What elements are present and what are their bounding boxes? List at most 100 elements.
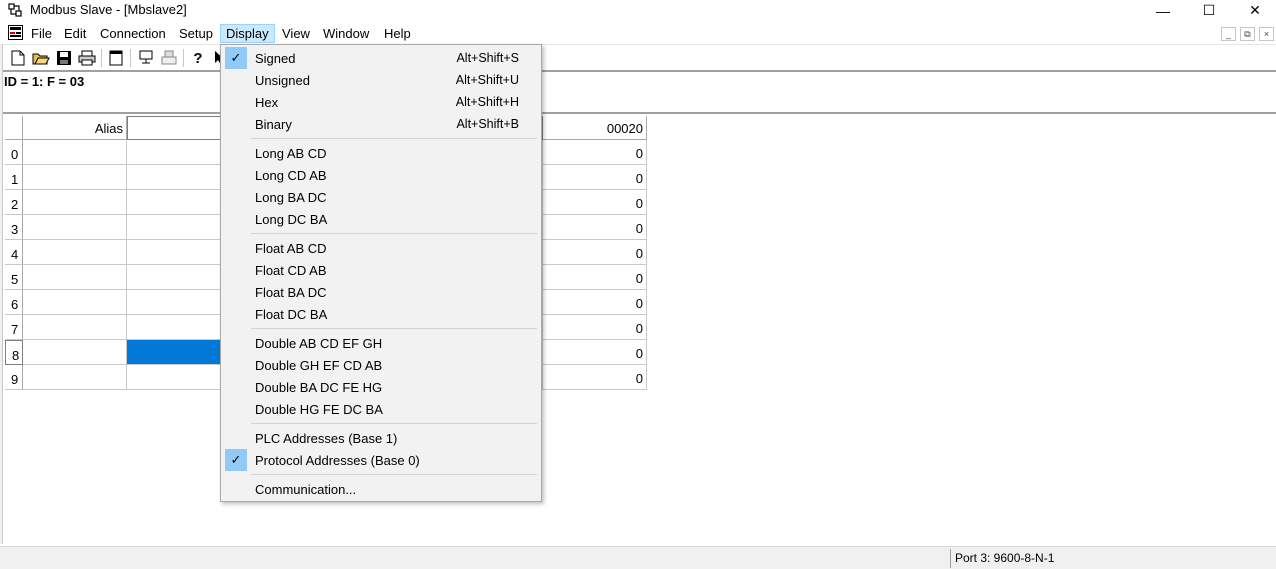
alias-cell[interactable]	[23, 240, 127, 265]
menu-item-plc-addresses-base-1[interactable]: PLC Addresses (Base 1)	[223, 427, 539, 449]
save-button[interactable]	[54, 48, 74, 68]
row-header[interactable]: 1	[5, 165, 23, 190]
close-button[interactable]: ✕	[1232, 0, 1276, 21]
alias-cell[interactable]	[23, 190, 127, 215]
menu-item-float-cd-ab[interactable]: Float CD AB	[223, 259, 539, 281]
checkmark-icon	[225, 113, 247, 135]
connect-button[interactable]	[136, 48, 156, 68]
slave-header: ID = 1: F = 03	[4, 74, 85, 89]
menu-window[interactable]: Window	[317, 24, 375, 43]
minimize-button[interactable]: —	[1140, 0, 1186, 21]
print-button[interactable]	[77, 48, 97, 68]
menu-connection[interactable]: Connection	[94, 24, 172, 43]
alias-cell[interactable]	[23, 365, 127, 390]
menu-item-binary[interactable]: Binary Alt+Shift+B	[223, 113, 539, 135]
menu-item-double-ab-cd-ef-gh[interactable]: Double AB CD EF GH	[223, 332, 539, 354]
menu-item-long-ab-cd[interactable]: Long AB CD	[223, 142, 539, 164]
row-header[interactable]: 8	[5, 340, 23, 365]
checkmark-icon	[225, 376, 247, 398]
mdi-restore-button[interactable]: ⧉	[1240, 27, 1255, 41]
disconnect-icon	[161, 50, 177, 65]
row-header[interactable]: 0	[5, 140, 23, 165]
register-value-cell[interactable]: 0	[543, 315, 647, 340]
menu-item-double-gh-ef-cd-ab[interactable]: Double GH EF CD AB	[223, 354, 539, 376]
mdi-close-button[interactable]: ×	[1259, 27, 1274, 41]
register-value-cell[interactable]: 0	[543, 215, 647, 240]
mdi-child-icon[interactable]	[8, 25, 23, 40]
new-button[interactable]	[8, 48, 28, 68]
toolbar: ?	[0, 44, 1276, 70]
menu-item-unsigned[interactable]: Unsigned Alt+Shift+U	[223, 69, 539, 91]
help-button[interactable]: ?	[188, 48, 208, 68]
menu-item-long-dc-ba[interactable]: Long DC BA	[223, 208, 539, 230]
menu-item-label: Hex	[255, 95, 279, 110]
menu-item-protocol-addresses-base-0[interactable]: ✓ Protocol Addresses (Base 0)	[223, 449, 539, 471]
alias-cell[interactable]	[23, 215, 127, 240]
open-icon	[32, 53, 50, 65]
row-header[interactable]: 5	[5, 265, 23, 290]
alias-cell[interactable]	[23, 265, 127, 290]
row-header[interactable]: 6	[5, 290, 23, 315]
menu-bar: File Edit Connection Setup Display View …	[0, 22, 1276, 44]
register-value-cell[interactable]: 0	[543, 165, 647, 190]
menu-item-float-ba-dc[interactable]: Float BA DC	[223, 281, 539, 303]
status-bar: Port 3: 9600-8-N-1	[0, 546, 1276, 569]
window-button[interactable]	[106, 48, 126, 68]
alias-cell[interactable]	[23, 340, 127, 365]
menu-item-long-ba-dc[interactable]: Long BA DC	[223, 186, 539, 208]
menu-view[interactable]: View	[276, 24, 316, 43]
alias-cell[interactable]	[23, 290, 127, 315]
row-header[interactable]: 9	[5, 365, 23, 390]
checkmark-icon	[225, 303, 247, 325]
menu-item-double-hg-fe-dc-ba[interactable]: Double HG FE DC BA	[223, 398, 539, 420]
maximize-button[interactable]: ☐	[1186, 0, 1232, 21]
menu-item-long-cd-ab[interactable]: Long CD AB	[223, 164, 539, 186]
menu-help[interactable]: Help	[378, 24, 417, 43]
column-header-00020[interactable]: 00020	[543, 116, 647, 140]
register-value-cell[interactable]: 0	[543, 340, 647, 365]
mdi-minimize-button[interactable]: _	[1221, 27, 1236, 41]
menu-item-label: Long CD AB	[255, 168, 327, 183]
menu-item-hex[interactable]: Hex Alt+Shift+H	[223, 91, 539, 113]
checkmark-icon	[225, 69, 247, 91]
menu-item-label: Double HG FE DC BA	[255, 402, 383, 417]
row-header[interactable]: 4	[5, 240, 23, 265]
toolbar-separator	[101, 49, 102, 67]
register-value-cell[interactable]: 0	[543, 240, 647, 265]
checkmark-icon	[225, 237, 247, 259]
menu-item-label: Protocol Addresses (Base 0)	[255, 453, 420, 468]
menu-setup[interactable]: Setup	[173, 24, 219, 43]
row-header[interactable]: 7	[5, 315, 23, 340]
open-button[interactable]	[31, 48, 51, 68]
menu-item-shortcut: Alt+Shift+B	[456, 117, 519, 131]
register-value-cell[interactable]: 0	[543, 290, 647, 315]
menu-item-label: PLC Addresses (Base 1)	[255, 431, 398, 446]
menu-item-float-dc-ba[interactable]: Float DC BA	[223, 303, 539, 325]
register-value-cell[interactable]: 0	[543, 140, 647, 165]
menu-item-communication[interactable]: Communication...	[223, 478, 539, 500]
menu-item-label: Double BA DC FE HG	[255, 380, 383, 395]
menu-display[interactable]: Display	[220, 24, 275, 43]
register-value-cell[interactable]: 0	[543, 265, 647, 290]
menu-item-label: Float CD AB	[255, 263, 327, 278]
alias-cell[interactable]	[23, 140, 127, 165]
menu-item-shortcut: Alt+Shift+S	[456, 51, 519, 65]
menu-item-double-ba-dc-fe-hg[interactable]: Double BA DC FE HG	[223, 376, 539, 398]
menu-separator	[251, 233, 537, 234]
row-header[interactable]: 2	[5, 190, 23, 215]
display-menu-dropdown: ✓ Signed Alt+Shift+S Unsigned Alt+Shift+U Hex…	[220, 44, 542, 502]
disconnect-button[interactable]	[159, 48, 179, 68]
checkmark-icon: ✓	[225, 449, 247, 471]
register-value-cell[interactable]: 0	[543, 365, 647, 390]
row-header[interactable]: 3	[5, 215, 23, 240]
register-value-cell[interactable]: 0	[543, 190, 647, 215]
menu-item-float-ab-cd[interactable]: Float AB CD	[223, 237, 539, 259]
alias-column-header[interactable]: Alias	[23, 116, 127, 140]
menu-item-signed[interactable]: ✓ Signed Alt+Shift+S	[223, 47, 539, 69]
alias-cell[interactable]	[23, 315, 127, 340]
checkmark-icon	[225, 208, 247, 230]
alias-cell[interactable]	[23, 165, 127, 190]
menu-item-label: Long AB CD	[255, 146, 327, 161]
menu-file[interactable]: File	[25, 24, 58, 43]
menu-edit[interactable]: Edit	[58, 24, 92, 43]
